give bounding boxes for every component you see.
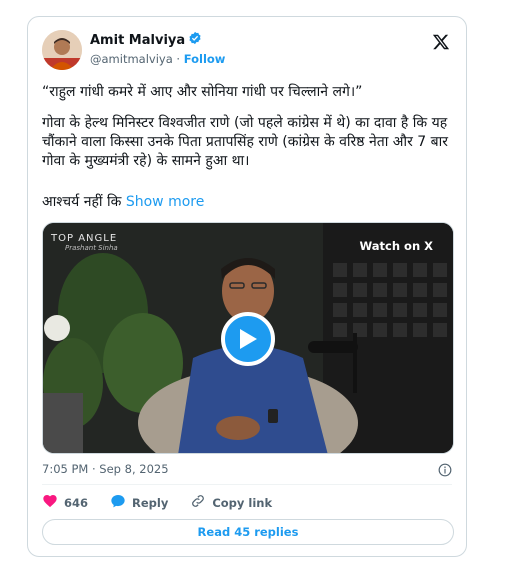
like-count: 646 [64, 495, 89, 510]
tweet-paragraph: गोवा के हेल्थ मिनिस्टर विश्वजीत राणे (जो… [42, 115, 449, 169]
reply-label: Reply [132, 495, 169, 510]
video-player[interactable]: TOP ANGLE Prashant Sinha Watch on X [42, 222, 454, 454]
handle-separator: · [176, 52, 181, 66]
copy-link-label: Copy link [212, 495, 273, 510]
reply-bubble-icon [110, 493, 126, 512]
avatar[interactable] [42, 30, 82, 70]
heart-icon [42, 493, 58, 512]
author-name[interactable]: Amit Malviya [90, 33, 185, 49]
tweet-truncated-text: आश्चर्य नहीं कि [42, 194, 122, 210]
read-replies-button[interactable]: Read 45 replies [42, 519, 454, 545]
video-brand-main: TOP ANGLE [51, 233, 118, 244]
x-logo-icon[interactable] [432, 33, 450, 51]
video-brand-logo: TOP ANGLE Prashant Sinha [51, 233, 118, 252]
link-icon [190, 493, 206, 512]
like-button[interactable]: 646 [42, 493, 88, 512]
divider [42, 484, 452, 485]
copy-link-button[interactable]: Copy link [190, 493, 272, 512]
author-handle[interactable]: @amitmalviya [90, 52, 173, 66]
tweet-timestamp[interactable]: 7:05 PM · Sep 8, 2025 [42, 462, 169, 476]
reply-button[interactable]: Reply [110, 493, 168, 512]
author-block: Amit Malviya @amitmalviya · Follow [90, 31, 225, 67]
verified-badge-icon [188, 31, 202, 50]
tweet-card: Amit Malviya @amitmalviya · Follow “राहु… [27, 16, 467, 557]
watch-on-x-label[interactable]: Watch on X [360, 239, 434, 253]
play-button-icon[interactable] [221, 312, 275, 366]
follow-button[interactable]: Follow [184, 52, 226, 66]
action-bar: 646 Reply Copy link [42, 493, 294, 512]
tweet-quote: “राहुल गांधी कमरे में आए और सोनिया गांधी… [42, 84, 363, 100]
video-brand-sub: Prashant Sinha [65, 244, 118, 252]
info-icon[interactable] [438, 462, 452, 477]
tweet-truncated: आश्चर्य नहीं कि Show more [42, 193, 456, 212]
show-more-link[interactable]: Show more [126, 194, 205, 210]
